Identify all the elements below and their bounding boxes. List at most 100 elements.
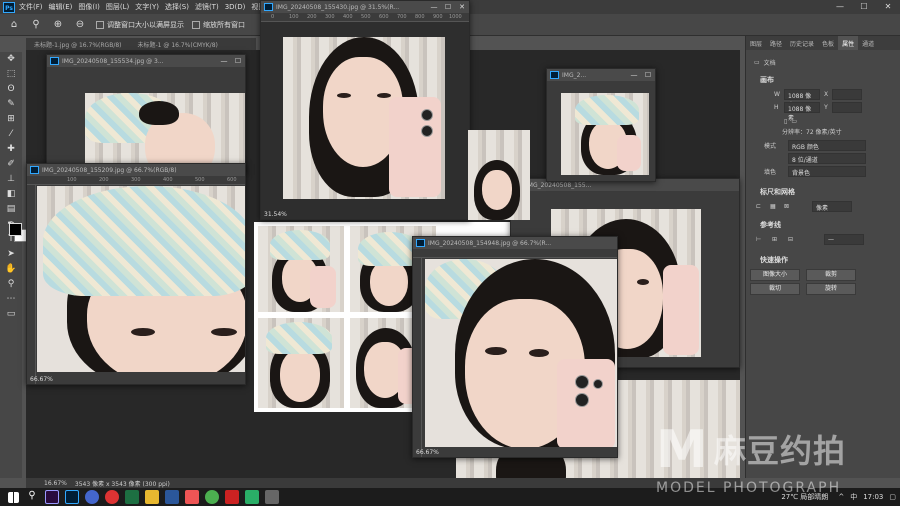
notification-icon[interactable]: ▢: [889, 493, 896, 501]
document-window[interactable]: IMG_20240508_155534.jpg @ 3... — ☐: [46, 54, 246, 174]
zoom-in-icon[interactable]: ⊕: [50, 17, 66, 33]
tab-channels[interactable]: 通道: [858, 36, 878, 50]
rotate-button[interactable]: 旋转: [806, 283, 856, 295]
ime-indicator[interactable]: 中: [850, 492, 857, 502]
excel-icon[interactable]: [125, 490, 139, 504]
mode-select[interactable]: RGB 颜色: [788, 140, 866, 151]
width-field[interactable]: 1088 像素: [784, 89, 820, 109]
tab-swatches[interactable]: 色板: [818, 36, 838, 50]
document-window[interactable]: IMG_20240508_155430.jpg @ 31.5%(R... — ☐ ✕ …: [260, 0, 470, 220]
document-window[interactable]: IMG_20240508_155209.jpg @ 66.7%(RGB/8) 1…: [26, 163, 246, 385]
app-orange-icon[interactable]: [185, 490, 199, 504]
ruler-icon[interactable]: ⊏: [756, 203, 770, 210]
document-window[interactable]: IMG_2... — ☐: [546, 68, 656, 182]
eraser-tool-icon[interactable]: ◧: [0, 187, 22, 202]
doc-tab[interactable]: 未标题-1 @ 16.7%(CMYK/8): [130, 38, 226, 50]
minimize-button[interactable]: —: [828, 0, 852, 14]
menu-3d[interactable]: 3D(D): [225, 3, 246, 11]
menu-edit[interactable]: 编辑(E): [49, 2, 73, 12]
word-icon[interactable]: [165, 490, 179, 504]
doc-tab[interactable]: 未标题-1.jpg @ 16.7%(RGB/8): [26, 38, 130, 50]
portrait-orientation-icon[interactable]: ▯: [784, 118, 787, 125]
status-zoom[interactable]: 16.67%: [44, 480, 67, 487]
lasso-tool-icon[interactable]: ʘ: [0, 82, 22, 97]
clock[interactable]: 17:03: [863, 493, 883, 501]
close-button[interactable]: ✕: [876, 0, 900, 14]
tab-history[interactable]: 历史记录: [786, 36, 818, 50]
menu-select[interactable]: 选择(S): [165, 2, 189, 12]
menu-image[interactable]: 图像(I): [78, 2, 100, 12]
zoom-tool-side-icon[interactable]: ⚲: [0, 277, 22, 292]
home-icon[interactable]: ⌂: [6, 17, 22, 33]
maximize-button[interactable]: ☐: [852, 0, 876, 14]
wps-icon[interactable]: [225, 490, 239, 504]
marquee-tool-icon[interactable]: ⬚: [0, 67, 22, 82]
foreground-color-swatch[interactable]: [9, 223, 22, 236]
doc-label: 文档: [763, 60, 776, 67]
document-image: [425, 259, 617, 447]
fill-select[interactable]: 背景色: [788, 166, 866, 177]
menu-file[interactable]: 文件(F): [19, 2, 43, 12]
zoom-all-checkbox[interactable]: [192, 20, 200, 29]
workspace-canvas[interactable]: IMG_20240508_155... IMG_20240508_155534.…: [26, 0, 740, 478]
height-field[interactable]: 1088 像素: [784, 102, 820, 122]
y-field[interactable]: [832, 102, 862, 113]
tray-arrow-icon[interactable]: ^: [838, 493, 844, 501]
more-tools-icon[interactable]: ⋯: [0, 292, 22, 307]
zoom-tool-icon[interactable]: ⚲: [28, 17, 44, 33]
tab-paths[interactable]: 路径: [766, 36, 786, 50]
premiere-icon[interactable]: [45, 490, 59, 504]
weather-text[interactable]: 27℃ 局部晴朗: [781, 492, 828, 502]
tab-properties[interactable]: 属性: [838, 36, 859, 50]
hand-tool-icon[interactable]: ✋: [0, 262, 22, 277]
path-select-tool-icon[interactable]: ➤: [0, 247, 22, 262]
grid-icon[interactable]: ▦: [770, 203, 784, 210]
ps-doc-icon: [550, 71, 559, 79]
landscape-orientation-icon[interactable]: ▭: [791, 118, 797, 125]
guide-add-icon[interactable]: ⊞: [772, 236, 788, 243]
guide-clear-icon[interactable]: ⊟: [788, 236, 824, 243]
watermark-letter: M: [656, 420, 708, 480]
guide-style-select[interactable]: —: [824, 234, 864, 245]
crop-button[interactable]: 裁剪: [806, 269, 856, 281]
maximize-icon[interactable]: ☐: [231, 57, 245, 65]
wechat-icon[interactable]: [245, 490, 259, 504]
zoom-out-icon[interactable]: ⊖: [72, 17, 88, 33]
image-size-button[interactable]: 图像大小: [750, 269, 800, 281]
trim-button[interactable]: 裁切: [750, 283, 800, 295]
healing-tool-icon[interactable]: ✚: [0, 142, 22, 157]
depth-select[interactable]: 8 位/通道: [788, 153, 866, 164]
quick-select-tool-icon[interactable]: ✎: [0, 97, 22, 112]
edit-toolbar-icon[interactable]: ▭: [0, 307, 22, 322]
guide-icon[interactable]: ⊢: [756, 236, 772, 243]
menu-layer[interactable]: 图层(L): [106, 2, 129, 12]
maximize-icon[interactable]: ☐: [441, 3, 455, 11]
search-icon[interactable]: ⚲: [25, 490, 39, 504]
stamp-tool-icon[interactable]: ⊥: [0, 172, 22, 187]
move-tool-icon[interactable]: ✥: [0, 52, 22, 67]
resize-windows-checkbox[interactable]: [96, 20, 104, 29]
chrome-icon[interactable]: [205, 490, 219, 504]
eyedropper-tool-icon[interactable]: ⁄: [0, 127, 22, 142]
image-viewer-icon[interactable]: [265, 490, 279, 504]
x-field[interactable]: [832, 89, 862, 100]
browser-icon[interactable]: [85, 490, 99, 504]
folder-icon[interactable]: [145, 490, 159, 504]
menu-filter[interactable]: 滤镜(T): [195, 2, 219, 12]
menu-type[interactable]: 文字(Y): [135, 2, 159, 12]
minimize-icon[interactable]: —: [427, 3, 441, 11]
unit-select[interactable]: 像素: [812, 201, 852, 212]
close-icon[interactable]: ✕: [455, 3, 469, 11]
brush-tool-icon[interactable]: ✐: [0, 157, 22, 172]
crop-tool-icon[interactable]: ⊞: [0, 112, 22, 127]
photoshop-task-icon[interactable]: [65, 490, 79, 504]
minimize-icon[interactable]: —: [217, 57, 231, 65]
tab-layers[interactable]: 图层: [746, 36, 766, 50]
app-red-icon[interactable]: [105, 490, 119, 504]
document-window[interactable]: IMG_20240508_154948.jpg @ 66.7%(R... 66.…: [412, 236, 618, 458]
windows-start-icon[interactable]: [8, 491, 19, 503]
maximize-icon[interactable]: ☐: [641, 71, 655, 79]
pixel-grid-icon[interactable]: ⊠: [784, 203, 812, 210]
gradient-tool-icon[interactable]: ▤: [0, 202, 22, 217]
minimize-icon[interactable]: —: [627, 71, 641, 79]
